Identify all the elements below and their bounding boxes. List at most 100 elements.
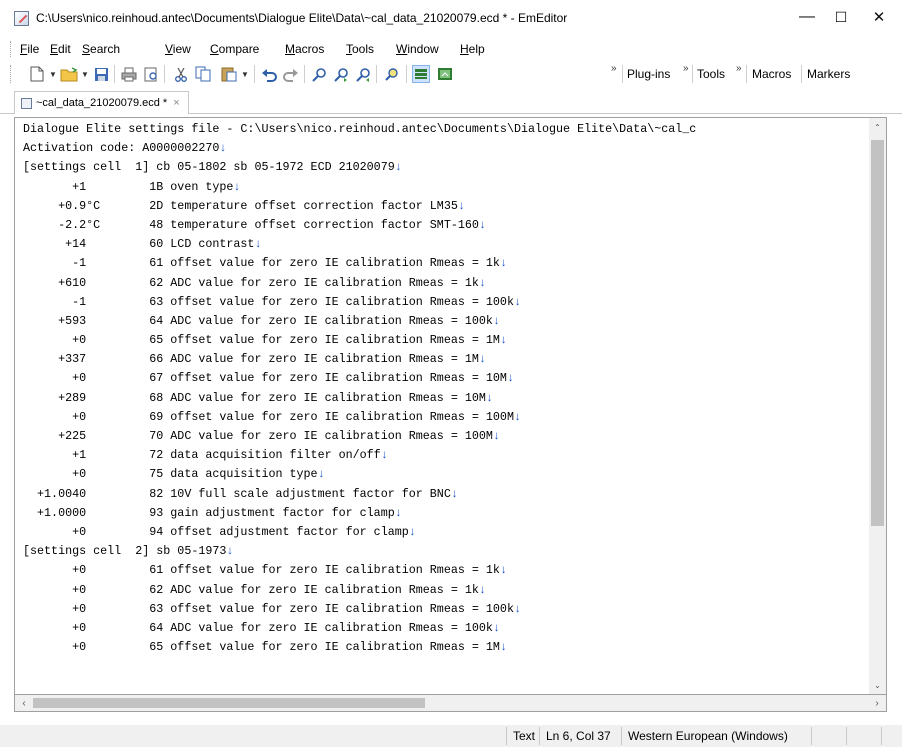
editor-line[interactable]: +337 66 ADC value for zero IE calibratio… (23, 350, 696, 369)
plugins-overflow-icon[interactable]: » (683, 63, 689, 74)
tools-overflow-icon[interactable]: » (736, 63, 742, 74)
newline-marker-icon: ↓ (394, 160, 402, 175)
editor-line[interactable]: [settings cell 1] cb 05-1802 sb 05-1972 … (23, 158, 696, 177)
tools-button[interactable]: Tools (697, 67, 725, 81)
vertical-scrollbar[interactable]: ⌃ ⌄ (869, 118, 886, 694)
editor-line[interactable]: +14 60 LCD contrast↓ (23, 235, 696, 254)
plugins-button[interactable]: Plug-ins (627, 67, 670, 81)
line-text: +0 65 offset value for zero IE calibrati… (23, 333, 500, 348)
editor-line[interactable]: +593 64 ADC value for zero IE calibratio… (23, 312, 696, 331)
horizontal-scrollbar[interactable]: ‹ › (14, 695, 887, 712)
menu-edit[interactable]: Edit (50, 42, 71, 56)
save-icon[interactable] (92, 65, 110, 83)
vertical-scroll-thumb[interactable] (871, 140, 884, 526)
editor-line[interactable]: +1.0040 82 10V full scale adjustment fac… (23, 485, 696, 504)
editor-line[interactable]: +289 68 ADC value for zero IE calibratio… (23, 389, 696, 408)
menu-search[interactable]: Search (82, 42, 120, 56)
line-text: +1 72 data acquisition filter on/off (23, 448, 381, 463)
editor-line[interactable]: +1 1B oven type↓ (23, 178, 696, 197)
paste-icon[interactable] (220, 65, 238, 83)
menu-window[interactable]: Window (396, 42, 439, 56)
toolbar-separator (376, 65, 377, 83)
status-mode[interactable]: Text (513, 728, 535, 744)
copy-icon[interactable] (194, 65, 212, 83)
status-divider (539, 727, 540, 745)
editor-line[interactable]: Activation code: A0000002270↓ (23, 139, 696, 158)
scroll-left-icon[interactable]: ‹ (17, 695, 31, 711)
paste-dropdown-icon[interactable]: ▼ (240, 65, 250, 83)
print-icon[interactable] (120, 65, 138, 83)
editor-line[interactable]: +0 75 data acquisition type↓ (23, 465, 696, 484)
tab-close-icon[interactable]: × (173, 97, 179, 109)
status-position[interactable]: Ln 6, Col 37 (546, 728, 611, 744)
editor-line[interactable]: +0 94 offset adjustment factor for clamp… (23, 523, 696, 542)
new-file-icon[interactable] (28, 65, 46, 83)
new-dropdown-icon[interactable]: ▼ (48, 65, 58, 83)
editor-line[interactable]: [settings cell 2] sb 05-1973↓ (23, 542, 696, 561)
redo-icon[interactable] (282, 65, 300, 83)
editor-line[interactable]: +0 61 offset value for zero IE calibrati… (23, 561, 696, 580)
scroll-down-icon[interactable]: ⌄ (869, 678, 886, 692)
status-divider (621, 727, 622, 745)
open-folder-icon[interactable] (60, 65, 78, 83)
find-icon[interactable] (310, 65, 328, 83)
line-text: -1 61 offset value for zero IE calibrati… (23, 256, 500, 271)
editor-line[interactable]: +0 65 offset value for zero IE calibrati… (23, 638, 696, 657)
editor-line[interactable]: +0 64 ADC value for zero IE calibration … (23, 619, 696, 638)
newline-marker-icon: ↓ (485, 390, 493, 405)
view-mode-icon[interactable] (436, 65, 454, 83)
editor-line[interactable]: -1 61 offset value for zero IE calibrati… (23, 254, 696, 273)
line-text: +0.9°C 2D temperature offset correction … (23, 198, 458, 213)
menu-compare[interactable]: Compare (210, 42, 259, 56)
menu-view[interactable]: View (165, 42, 191, 56)
editor-line[interactable]: +1 72 data acquisition filter on/off↓ (23, 446, 696, 465)
line-text: -2.2°C 48 temperature offset correction … (23, 217, 479, 232)
print-preview-icon[interactable] (142, 65, 160, 83)
toolbar-separator (692, 65, 693, 83)
text-editor[interactable]: Dialogue Elite settings file - C:\Users\… (14, 117, 887, 695)
editor-line[interactable]: +0 69 offset value for zero IE calibrati… (23, 408, 696, 427)
find-previous-icon[interactable] (354, 65, 372, 83)
editor-line[interactable]: Dialogue Elite settings file - C:\Users\… (23, 120, 696, 139)
highlight-search-icon[interactable] (384, 65, 402, 83)
newline-marker-icon: ↓ (450, 486, 458, 501)
document-icon (21, 97, 32, 109)
menu-help[interactable]: Help (460, 42, 485, 56)
newline-marker-icon: ↓ (499, 333, 507, 348)
macros-button[interactable]: Macros (752, 67, 791, 81)
editor-line[interactable]: +0 63 offset value for zero IE calibrati… (23, 600, 696, 619)
editor-line[interactable]: +1.0000 93 gain adjustment factor for cl… (23, 504, 696, 523)
horizontal-scroll-thumb[interactable] (33, 698, 425, 708)
editor-line[interactable]: +225 70 ADC value for zero IE calibratio… (23, 427, 696, 446)
scroll-right-icon[interactable]: › (870, 695, 884, 711)
wrap-lines-icon[interactable] (412, 65, 430, 83)
toolbar-overflow-icon[interactable]: » (611, 63, 617, 74)
menu-tools[interactable]: Tools (346, 42, 374, 56)
undo-icon[interactable] (260, 65, 278, 83)
scroll-up-icon[interactable]: ⌃ (869, 120, 886, 134)
editor-line[interactable]: +610 62 ADC value for zero IE calibratio… (23, 274, 696, 293)
line-text: +337 66 ADC value for zero IE calibratio… (23, 352, 479, 367)
editor-text[interactable]: Dialogue Elite settings file - C:\Users\… (23, 120, 696, 657)
cut-icon[interactable] (172, 65, 190, 83)
menu-macros[interactable]: Macros (285, 42, 324, 56)
menu-file[interactable]: File (20, 42, 39, 56)
editor-line[interactable]: -2.2°C 48 temperature offset correction … (23, 216, 696, 235)
find-next-icon[interactable] (332, 65, 350, 83)
line-text: +0 61 offset value for zero IE calibrati… (23, 563, 500, 578)
markers-button[interactable]: Markers (807, 67, 850, 81)
document-tab[interactable]: ~cal_data_21020079.ecd * × (14, 91, 189, 114)
toolbar-separator (746, 65, 747, 83)
editor-line[interactable]: -1 63 offset value for zero IE calibrati… (23, 293, 696, 312)
status-encoding[interactable]: Western European (Windows) (628, 728, 788, 744)
editor-line[interactable]: +0 65 offset value for zero IE calibrati… (23, 331, 696, 350)
open-dropdown-icon[interactable]: ▼ (80, 65, 90, 83)
newline-marker-icon: ↓ (513, 601, 521, 616)
newline-marker-icon: ↓ (492, 620, 500, 635)
editor-line[interactable]: +0.9°C 2D temperature offset correction … (23, 197, 696, 216)
editor-line[interactable]: +0 67 offset value for zero IE calibrati… (23, 369, 696, 388)
line-text: +0 63 offset value for zero IE calibrati… (23, 601, 514, 616)
newline-marker-icon: ↓ (457, 198, 465, 213)
editor-line[interactable]: +0 62 ADC value for zero IE calibration … (23, 581, 696, 600)
close-button[interactable]: ✕ (856, 0, 902, 34)
